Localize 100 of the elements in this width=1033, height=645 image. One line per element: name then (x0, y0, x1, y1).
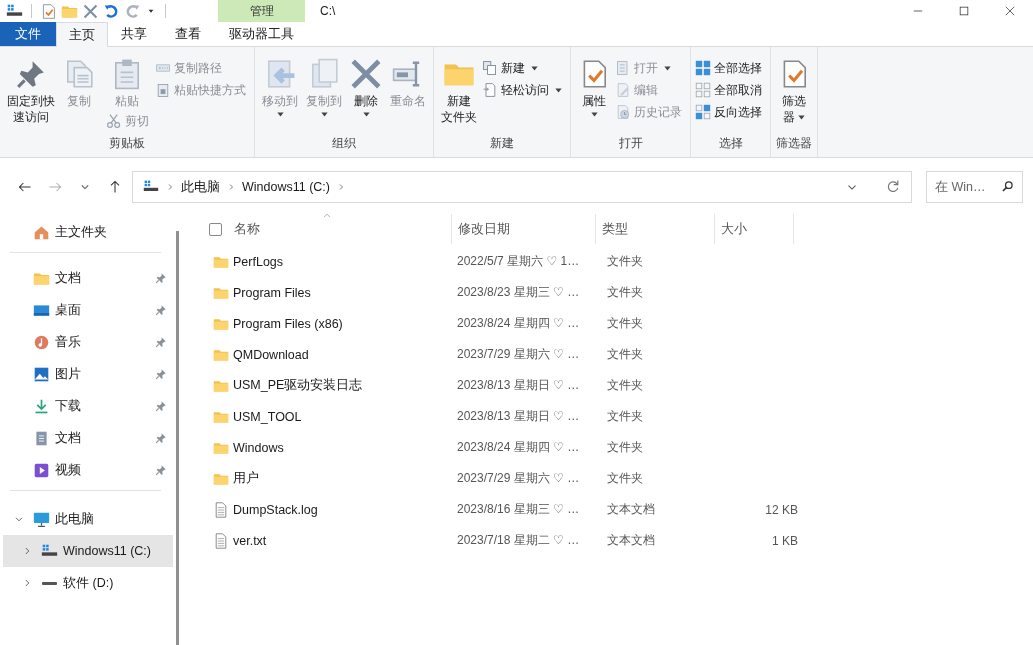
page-arrow-icon (482, 82, 498, 98)
table-cell: 2023/8/13 星期日 ♡ … (457, 377, 580, 394)
caret-icon[interactable] (531, 65, 538, 71)
nav-item[interactable]: 主文件夹 (55, 223, 107, 241)
new-item-icon (482, 60, 498, 76)
nav-item[interactable]: 文档 (55, 269, 81, 287)
nav-item[interactable]: 文档 (55, 429, 81, 447)
ribbon-tab[interactable]: 查看 (160, 22, 215, 46)
grid-icon (695, 82, 711, 98)
breadcrumb[interactable]: 此电脑 (181, 178, 220, 196)
group-label: 组织 (331, 135, 357, 152)
group-label: 筛选器 (775, 135, 813, 152)
search-field[interactable]: 在 Win… (926, 171, 1023, 203)
file-name[interactable]: Windows (233, 440, 284, 455)
window-title: C:\ (320, 3, 337, 20)
file-name[interactable]: USM_TOOL (233, 409, 302, 424)
ribbon-button[interactable]: 新建 (482, 57, 566, 79)
nav-item[interactable]: 软件 (D:) (63, 574, 114, 592)
music-icon (33, 333, 50, 351)
file-name[interactable]: PerfLogs (233, 254, 284, 269)
table-cell: 文件夹 (607, 439, 643, 456)
file-name[interactable]: USM_PE驱动安装日志 (233, 377, 363, 394)
maximize-icon (957, 4, 971, 18)
group-label: 新建 (489, 135, 515, 152)
context-tab-header: 管理 (218, 0, 305, 22)
table-cell: 文件夹 (607, 470, 643, 487)
close-icon (1003, 4, 1017, 18)
nav-item[interactable]: 桌面 (55, 301, 81, 319)
file-menu-tab[interactable]: 文件 (0, 22, 56, 46)
file-name[interactable]: DumpStack.log (233, 502, 318, 517)
document-icon (213, 501, 229, 518)
document-icon (213, 532, 229, 549)
table-cell: 2022/5/7 星期六 ♡ 1… (457, 253, 580, 270)
column-header[interactable]: 修改日期 (458, 220, 510, 238)
clock-page-icon (615, 104, 631, 120)
computer-icon (33, 510, 50, 528)
ribbon-button[interactable]: 删除 (347, 53, 385, 117)
table-cell: 2023/8/13 星期日 ♡ … (457, 408, 580, 425)
table-cell: 文件夹 (607, 408, 643, 425)
nav-item[interactable]: 下载 (55, 397, 81, 415)
clipboard-icon (155, 82, 171, 98)
checked-page-icon[interactable] (40, 2, 57, 20)
nav-item[interactable]: 图片 (55, 365, 81, 383)
file-name[interactable]: Program Files (233, 285, 311, 300)
picture-icon (33, 365, 50, 383)
table-cell: 2023/8/24 星期四 ♡ … (457, 439, 580, 456)
nav-item[interactable]: 此电脑 (55, 510, 94, 528)
nav-item[interactable]: Windows11 (C:) (3, 535, 173, 567)
address-bar[interactable]: 此电脑 Windows11 (C:) (132, 171, 912, 203)
table-cell: 1 KB (772, 533, 798, 548)
scrollbar[interactable] (176, 231, 179, 645)
ribbon-button[interactable]: 反向选择 (695, 101, 766, 123)
file-name[interactable]: Program Files (x86) (233, 316, 343, 331)
file-name[interactable]: 用户 (233, 470, 259, 487)
table-cell: 2023/7/29 星期六 ♡ … (457, 346, 580, 363)
grid-icon (695, 60, 711, 76)
ribbon-button[interactable]: 新建 文件夹 (438, 53, 480, 125)
search-icon (1001, 180, 1014, 193)
table-cell: 文件夹 (607, 346, 643, 363)
caret-icon[interactable] (555, 87, 562, 93)
ribbon-tab[interactable]: 主页 (56, 22, 108, 47)
group-label: 剪贴板 (108, 135, 146, 152)
file-name[interactable]: ver.txt (233, 533, 267, 548)
ribbon-button[interactable]: 筛选 器 (775, 53, 813, 125)
table-cell: 2023/7/29 星期六 ♡ … (457, 470, 580, 487)
document-icon (33, 429, 50, 447)
table-cell: 2023/7/18 星期二 ♡ … (457, 532, 580, 549)
ribbon-tab[interactable]: 共享 (108, 22, 160, 46)
drive-icon (42, 581, 57, 585)
page-icon (615, 60, 631, 76)
breadcrumb[interactable]: Windows11 (C:) (242, 180, 330, 194)
caret-icon[interactable] (798, 115, 805, 121)
undo-icon[interactable] (103, 2, 120, 20)
refresh-icon[interactable] (885, 179, 901, 195)
ribbon-button[interactable]: 轻松访问 (482, 79, 566, 101)
x-icon[interactable] (82, 2, 99, 20)
table-cell: 文件夹 (607, 315, 643, 332)
column-header[interactable]: 大小 (721, 220, 747, 238)
group-label: 打开 (617, 135, 644, 152)
table-cell: 2023/8/23 星期三 ♡ … (457, 284, 580, 301)
table-cell: 文件夹 (607, 253, 643, 270)
ribbon-button[interactable]: 属性 (575, 53, 613, 117)
caret-icon[interactable] (362, 112, 370, 117)
nav-item[interactable]: 视频 (55, 461, 81, 479)
column-header[interactable]: 名称 (234, 220, 260, 238)
group-label: 选择 (717, 135, 744, 152)
select-all-checkbox[interactable] (209, 222, 222, 236)
file-name[interactable]: QMDownload (233, 347, 309, 362)
ribbon-button[interactable]: 全部选择 (695, 57, 766, 79)
scissors-icon (106, 113, 122, 129)
x-icon (350, 58, 382, 90)
video-icon (33, 461, 50, 479)
nav-item[interactable]: 音乐 (55, 333, 81, 351)
grid-icon (695, 104, 711, 120)
table-cell: 文本文档 (607, 501, 655, 518)
ribbon-button[interactable]: 固定到快 速访问 (4, 53, 58, 125)
column-header[interactable]: 类型 (602, 220, 628, 238)
table-cell: 文本文档 (607, 532, 655, 549)
caret-icon[interactable] (590, 112, 598, 117)
ribbon-button[interactable]: 全部取消 (695, 79, 766, 101)
